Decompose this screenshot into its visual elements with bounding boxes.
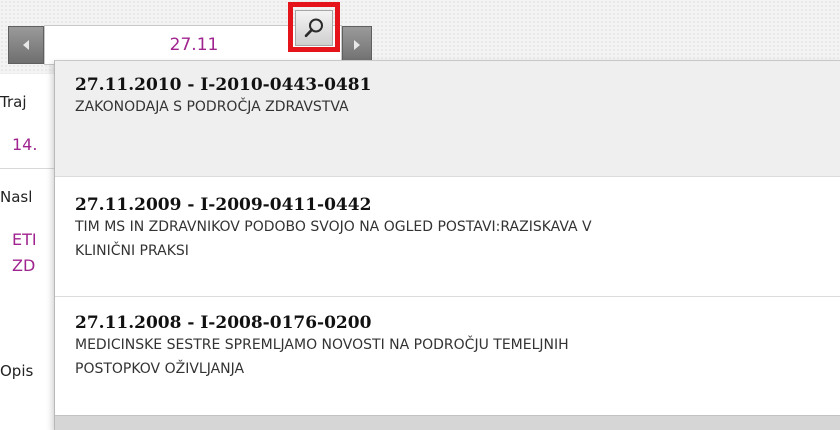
next-button[interactable]: [342, 26, 372, 64]
result-item[interactable]: 27.11.2009 - I-2009-0411-0442 TIM MS IN …: [55, 177, 840, 297]
duration-label: Traj: [0, 93, 27, 111]
title-value-line2: ZD: [12, 256, 36, 275]
previous-button[interactable]: [8, 26, 44, 64]
dropdown-footer: [55, 415, 840, 430]
search-button[interactable]: [295, 10, 333, 46]
result-title: 27.11.2010 - I-2010-0443-0481: [75, 75, 372, 95]
magnifier-icon: [304, 18, 323, 38]
result-item[interactable]: 27.11.2008 - I-2008-0176-0200 MEDICINSKE…: [55, 297, 840, 415]
result-description: POSTOPKOV OŽIVLJANJA: [75, 361, 245, 377]
result-item[interactable]: 27.11.2010 - I-2010-0443-0481 ZAKONODAJA…: [55, 61, 840, 177]
title-label: Nasl: [0, 188, 33, 206]
divider: [0, 168, 60, 169]
search-results-dropdown: 27.11.2010 - I-2010-0443-0481 ZAKONODAJA…: [54, 60, 840, 430]
description-label: Opis: [0, 362, 34, 380]
chevron-left-icon: [23, 40, 29, 50]
chevron-right-icon: [354, 40, 360, 50]
search-input[interactable]: [55, 29, 293, 61]
result-title: 27.11.2008 - I-2008-0176-0200: [75, 313, 372, 333]
title-value-line1: ETI: [12, 230, 37, 249]
result-description: TIM MS IN ZDRAVNIKOV PODOBO SVOJO NA OGL…: [75, 219, 592, 235]
result-description: ZAKONODAJA S PODROČJA ZDRAVSTVA: [75, 99, 349, 115]
result-title: 27.11.2009 - I-2009-0411-0442: [75, 195, 372, 215]
result-description: MEDICINSKE SESTRE SPREMLJAMO NOVOSTI NA …: [75, 337, 569, 353]
duration-value: 14.: [12, 135, 38, 154]
result-description: KLINIČNI PRAKSI: [75, 243, 189, 259]
